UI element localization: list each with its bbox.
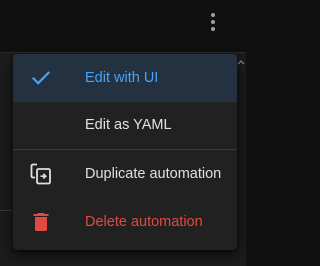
menu-item-label: Duplicate automation bbox=[85, 166, 222, 182]
menu-item-label: Edit as YAML bbox=[85, 117, 172, 133]
background-divider bbox=[0, 210, 14, 211]
menu-item-edit-with-ui[interactable]: Edit with UI bbox=[13, 54, 237, 102]
menu-item-label: Edit with UI bbox=[85, 70, 159, 86]
menu-item-label: Delete automation bbox=[85, 214, 203, 230]
content-duplicate-icon bbox=[29, 162, 53, 186]
menu-item-duplicate-automation[interactable]: Duplicate automation bbox=[13, 150, 237, 198]
menu-item-edit-as-yaml[interactable]: Edit as YAML bbox=[13, 101, 237, 149]
delete-icon bbox=[29, 210, 53, 234]
check-icon bbox=[29, 66, 53, 90]
top-app-bar bbox=[0, 0, 246, 52]
overflow-menu: Edit with UI Edit as YAML Duplicate auto… bbox=[13, 54, 237, 250]
chevron-up-icon bbox=[236, 56, 246, 68]
more-vertical-icon[interactable] bbox=[201, 10, 225, 34]
menu-item-delete-automation[interactable]: Delete automation bbox=[13, 198, 237, 246]
